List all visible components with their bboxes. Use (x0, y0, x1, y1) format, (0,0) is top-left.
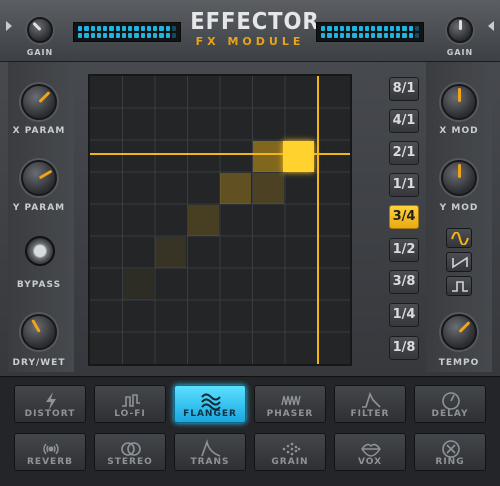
rate-button-4-1[interactable]: 4/1 (389, 109, 419, 133)
left-gain-label: GAIN (26, 48, 54, 57)
y-param-knob[interactable] (21, 160, 57, 196)
title-text: EFFECTOR (190, 9, 320, 35)
tempo-knob[interactable] (441, 314, 477, 350)
sine-wave-icon (451, 232, 469, 245)
fx-label: RING (435, 457, 465, 467)
trail-cell (155, 237, 186, 268)
left-gain-knob[interactable] (27, 17, 53, 43)
tempo-label: TEMPO (438, 358, 480, 368)
xy-pad[interactable] (88, 74, 352, 366)
trail-cell (188, 205, 219, 236)
lightning-icon (46, 392, 56, 410)
x-mod-knob[interactable] (441, 84, 477, 120)
rate-button-1-1[interactable]: 1/1 (389, 173, 419, 197)
y-param-label: Y PARAM (12, 203, 66, 213)
fx-label: DISTORT (24, 409, 76, 419)
flanger-wave-icon (201, 393, 221, 411)
effect-selector-panel: DISTORT LO-FI FLANGER PHASER FILTER DELA… (0, 376, 500, 486)
fx-label: LO-FI (114, 409, 146, 419)
right-control-panel: X MOD Y MOD TEMPO (426, 62, 492, 372)
dry-wet-knob[interactable] (21, 314, 57, 350)
right-gain-label: GAIN (446, 48, 474, 57)
fx-reverb-button[interactable]: REVERB (14, 433, 86, 471)
ring-modulator-icon (442, 440, 460, 458)
xy-pad-grid (90, 76, 350, 364)
bypass-label: BYPASS (16, 280, 62, 290)
trail-cell (253, 141, 284, 172)
trail-cell (253, 173, 284, 204)
y-mod-knob[interactable] (441, 160, 477, 196)
waveform-saw-button[interactable] (446, 252, 472, 272)
fx-label: FLANGER (183, 409, 237, 419)
filter-curve-icon (362, 391, 381, 408)
meter-row-bottom (78, 33, 176, 38)
x-param-knob[interactable] (21, 84, 57, 120)
xy-cursor[interactable] (283, 141, 314, 172)
fx-stereo-button[interactable]: STEREO (94, 433, 166, 471)
bypass-button[interactable] (25, 236, 55, 266)
fx-filter-button[interactable]: FILTER (334, 385, 406, 423)
fx-label: TRANS (190, 457, 230, 467)
fx-label: VOX (357, 457, 383, 467)
x-param-label: X PARAM (12, 126, 66, 136)
fx-lofi-button[interactable]: LO-FI (94, 385, 166, 423)
waveform-square-button[interactable] (446, 276, 472, 296)
rate-button-1-8[interactable]: 1/8 (389, 336, 419, 360)
y-mod-label: Y MOD (439, 203, 479, 213)
rate-button-1-4[interactable]: 1/4 (389, 303, 419, 327)
crosshair-vertical (317, 76, 319, 364)
fx-phaser-button[interactable]: PHASER (254, 385, 326, 423)
trail-cell (123, 269, 154, 300)
fx-label: PHASER (266, 409, 314, 419)
trail-cell (220, 173, 251, 204)
broadcast-icon (43, 443, 59, 455)
clock-icon (442, 392, 460, 410)
rate-button-3-8[interactable]: 3/8 (389, 270, 419, 294)
saw-wave-icon (452, 256, 468, 269)
fx-vox-button[interactable]: VOX (334, 433, 406, 471)
transient-envelope-icon (201, 439, 221, 457)
x-mod-label: X MOD (439, 126, 479, 136)
fx-label: DELAY (431, 409, 469, 419)
right-arrow-icon[interactable] (488, 21, 494, 31)
meter-row-top (321, 26, 419, 31)
left-level-meter (73, 22, 181, 42)
header-bar: GAIN EFFECTOR FX MODULE GAIN (0, 0, 500, 62)
waveform-sine-button[interactable] (446, 228, 472, 248)
fx-label: GRAIN (271, 457, 309, 467)
rate-button-1-2[interactable]: 1/2 (389, 238, 419, 262)
right-gain-knob[interactable] (447, 17, 473, 43)
right-level-meter (316, 22, 424, 42)
meter-row-bottom (321, 33, 419, 38)
left-control-panel: X PARAM Y PARAM BYPASS DRY/WET (8, 62, 74, 372)
effector-plugin-window: GAIN EFFECTOR FX MODULE GAIN X PARAM Y P… (0, 0, 500, 486)
fx-grain-button[interactable]: GRAIN (254, 433, 326, 471)
dry-wet-label: DRY/WET (12, 358, 66, 368)
fx-label: FILTER (350, 409, 390, 419)
step-wave-icon (122, 394, 140, 407)
meter-row-top (78, 26, 176, 31)
phaser-wave-icon (281, 395, 301, 406)
fx-label: REVERB (27, 457, 73, 467)
fx-flanger-button[interactable]: FLANGER (174, 385, 246, 423)
fx-distort-button[interactable]: DISTORT (14, 385, 86, 423)
rate-button-2-1[interactable]: 2/1 (389, 141, 419, 165)
subtitle-text: FX MODULE (195, 35, 305, 48)
fx-ring-button[interactable]: RING (414, 433, 486, 471)
square-wave-icon (452, 281, 468, 292)
fx-delay-button[interactable]: DELAY (414, 385, 486, 423)
fx-trans-button[interactable]: TRANS (174, 433, 246, 471)
stereo-circles-icon (121, 442, 141, 456)
left-arrow-icon[interactable] (6, 21, 12, 31)
rate-button-3-4[interactable]: 3/4 (389, 205, 419, 229)
lips-icon (361, 443, 381, 457)
fx-label: STEREO (107, 457, 153, 467)
grain-dots-icon (282, 442, 301, 456)
app-title: EFFECTOR FX MODULE (185, 9, 320, 49)
rate-button-8-1[interactable]: 8/1 (389, 77, 419, 101)
